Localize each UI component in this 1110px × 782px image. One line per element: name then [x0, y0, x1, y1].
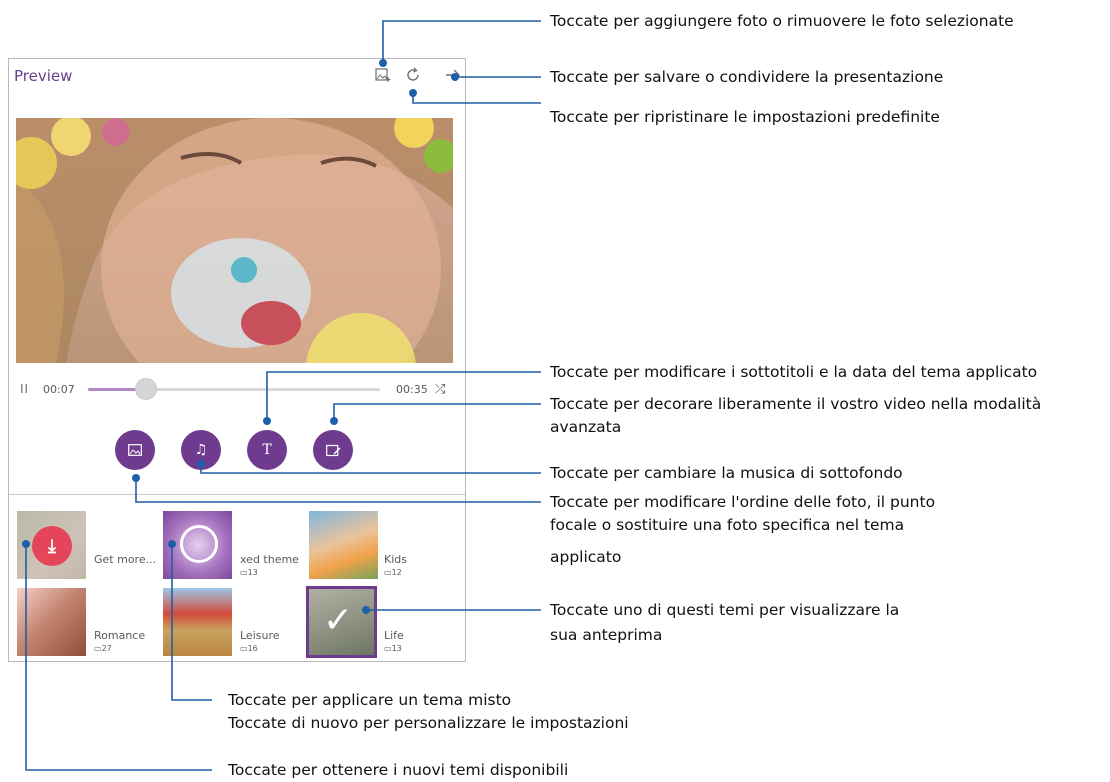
callout-mixed-line1: Toccate per applicare un tema misto: [228, 691, 512, 709]
callout-subtitles: Toccate per modificare i sottotitoli e l…: [550, 363, 1038, 381]
callout-theme-line2: sua anteprima: [550, 626, 663, 644]
callout-decorate-line1: Toccate per decorare liberamente il vost…: [550, 395, 1042, 413]
callout-music: Toccate per cambiare la musica di sottof…: [550, 464, 903, 482]
callout-mixed-line2: Toccate di nuovo per personalizzare le i…: [228, 714, 629, 732]
callout-decorate-line2: avanzata: [550, 418, 622, 436]
callout-order-line2: focale o sostituire una foto specifica n…: [550, 516, 905, 534]
callout-add-photos: Toccate per aggiungere foto o rimuovere …: [550, 12, 1014, 30]
callout-reset: Toccate per ripristinare le impostazioni…: [550, 108, 940, 126]
callout-order-line1: Toccate per modificare l'ordine delle fo…: [550, 493, 936, 511]
callout-get-new: Toccate per ottenere i nuovi temi dispon…: [228, 761, 569, 779]
callout-save-share: Toccate per salvare o condividere la pre…: [550, 68, 944, 86]
callout-order-line3: applicato: [550, 548, 622, 566]
callout-theme-line1: Toccate uno di questi temi per visualizz…: [550, 601, 900, 619]
